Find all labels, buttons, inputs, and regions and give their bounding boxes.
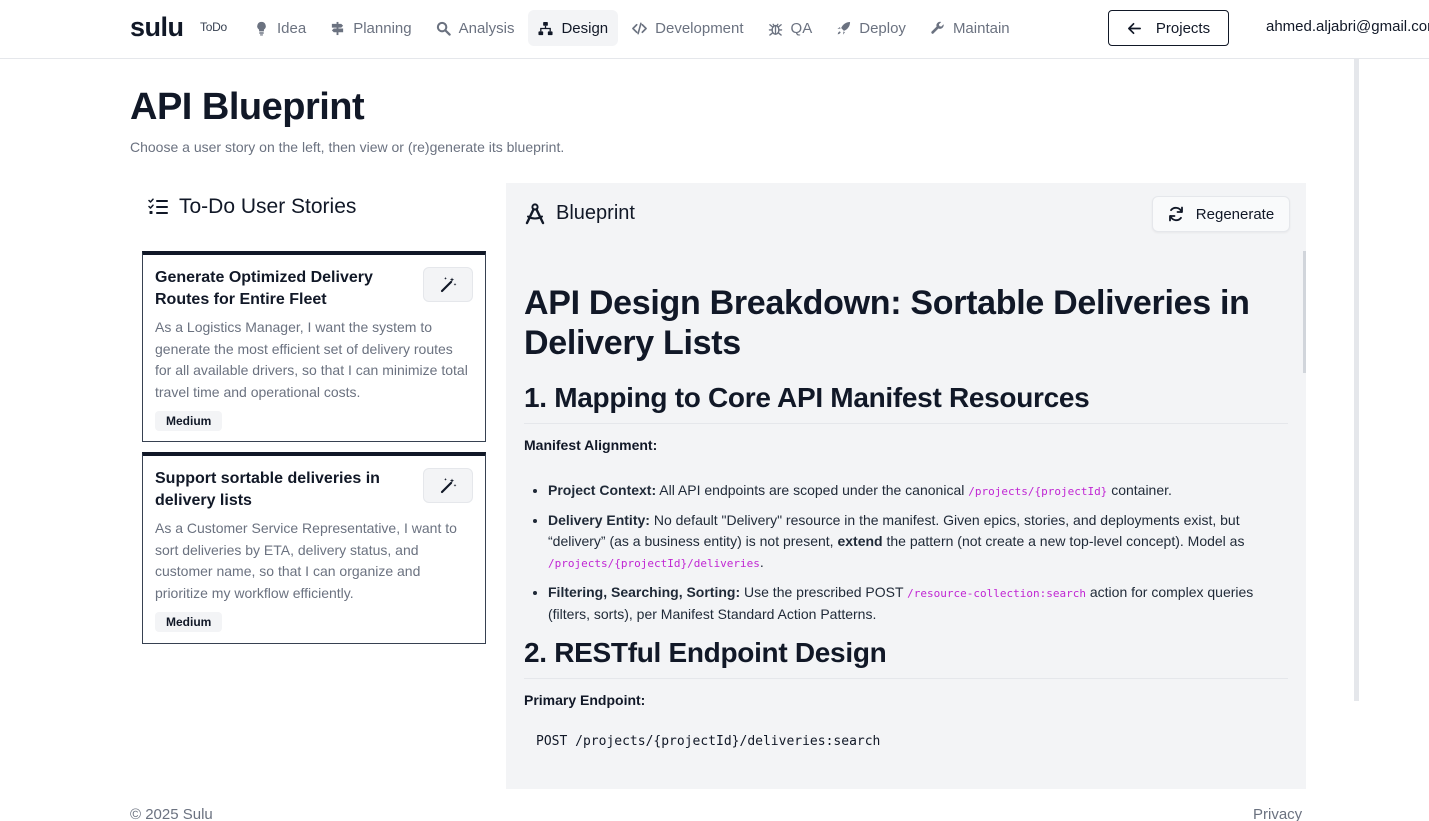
bullet-label: Delivery Entity: [548,512,650,528]
nav-label: Design [561,19,609,37]
nav-label: Idea [277,19,307,37]
section-heading: 1. Mapping to Core API Manifest Resource… [524,381,1288,424]
section-lead: Primary Endpoint: [524,692,646,708]
story-title: Support sortable deliveries in delivery … [155,470,380,509]
story-description: As a Logistics Manager, I want the syste… [155,319,468,400]
refresh-icon [1168,206,1183,222]
code-block: POST /projects/{projectId}/deliveries:se… [536,734,881,749]
blueprint-heading: Blueprint [524,202,635,225]
nav-item-analysis[interactable]: Analysis [426,10,525,46]
sitemap-icon [538,21,553,35]
page-subtitle: Choose a user story on the left, then vi… [130,139,565,155]
nav-item-qa[interactable]: QA [758,10,823,46]
magic-wand-icon [440,277,456,293]
wrench-icon [931,21,944,34]
lightbulb-icon [257,21,266,35]
nav-label: Development [655,19,744,37]
signpost-icon [332,21,344,35]
magic-wand-icon [440,478,456,494]
nav-label: Analysis [458,19,515,37]
inline-code: /projects/{projectId} [968,485,1108,498]
magnifier-icon [436,21,451,36]
inline-code: /projects/{projectId}/deliveries [548,557,760,570]
bullet-text: All API endpoints are scoped under the c… [656,482,969,498]
user-email: ahmed.aljabri@gmail.com [1266,18,1429,35]
blueprint-content: API Design Breakdown: Sortable Deliverie… [524,283,1288,749]
nav-item-design[interactable]: Design [528,10,619,46]
stage-nav: Idea Planning Analysis Design Developmen… [244,10,1020,46]
stories-heading: To-Do User Stories [148,195,356,219]
nav-item-maintain[interactable]: Maintain [920,10,1020,46]
bullet-emphasis: extend [837,533,883,549]
top-navbar: sulu ToDo Idea Planning Analysis Design … [0,0,1429,59]
list-item: Filtering, Searching, Sorting: Use the p… [548,582,1288,625]
regenerate-label: Regenerate [1195,205,1275,223]
generate-blueprint-button[interactable] [423,267,473,302]
bullet-text: the pattern (not create a new top-level … [882,533,1245,549]
manifest-bullets: Project Context: All API endpoints are s… [524,480,1288,625]
bug-icon [768,23,782,36]
page-scrollbar[interactable] [1354,59,1359,701]
blueprint-panel: Blueprint Regenerate API Design Breakdow… [506,183,1306,789]
stories-heading-label: To-Do User Stories [179,195,357,218]
priority-badge: Medium [155,612,223,632]
nav-label: QA [790,19,813,37]
projects-label: Projects [1155,19,1211,37]
section-lead: Manifest Alignment: [524,437,658,453]
privacy-link[interactable]: Privacy [1253,806,1302,821]
bullet-text: . [759,554,764,570]
nav-label: Planning [353,19,412,37]
bullet-label: Project Context: [548,482,657,498]
code-icon [632,22,648,34]
blueprint-scrollbar[interactable] [1303,251,1306,373]
story-card[interactable]: Generate Optimized Delivery Routes for E… [142,251,486,442]
compass-drafting-icon [525,202,545,224]
bullet-label: Filtering, Searching, Sorting: [548,584,741,600]
blueprint-heading-label: Blueprint [556,202,635,224]
nav-item-deploy[interactable]: Deploy [826,10,916,46]
footer-copyright: © 2025 Sulu [130,806,213,821]
story-description: As a Customer Service Representative, I … [155,520,457,601]
list-item: Delivery Entity: No default "Delivery" r… [548,510,1288,574]
priority-badge: Medium [155,411,223,431]
user-menu[interactable]: ahmed.aljabri@gmail.com [1254,18,1429,35]
section-heading: 2. RESTful Endpoint Design [524,636,1288,679]
todo-badge: ToDo [200,20,227,34]
nav-item-planning[interactable]: Planning [320,10,421,46]
rocket-icon [837,21,851,35]
generate-blueprint-button[interactable] [423,468,473,503]
nav-item-idea[interactable]: Idea [244,10,316,46]
page-title: API Blueprint [130,86,365,128]
projects-button[interactable]: Projects [1108,10,1229,46]
blueprint-title: API Design Breakdown: Sortable Deliverie… [524,284,1250,362]
inline-code: /resource-collection:search [907,587,1086,600]
story-title: Generate Optimized Delivery Routes for E… [155,269,373,308]
app-logo[interactable]: sulu [130,12,184,43]
regenerate-button[interactable]: Regenerate [1152,196,1290,232]
nav-label: Deploy [859,19,906,37]
story-card[interactable]: Support sortable deliveries in delivery … [142,452,486,644]
list-check-icon [148,198,168,214]
nav-item-development[interactable]: Development [622,10,753,46]
nav-label: Maintain [952,19,1010,37]
arrow-left-icon [1127,22,1141,34]
bullet-text: container. [1107,482,1172,498]
bullet-text: Use the prescribed POST [740,584,908,600]
list-item: Project Context: All API endpoints are s… [548,480,1288,502]
